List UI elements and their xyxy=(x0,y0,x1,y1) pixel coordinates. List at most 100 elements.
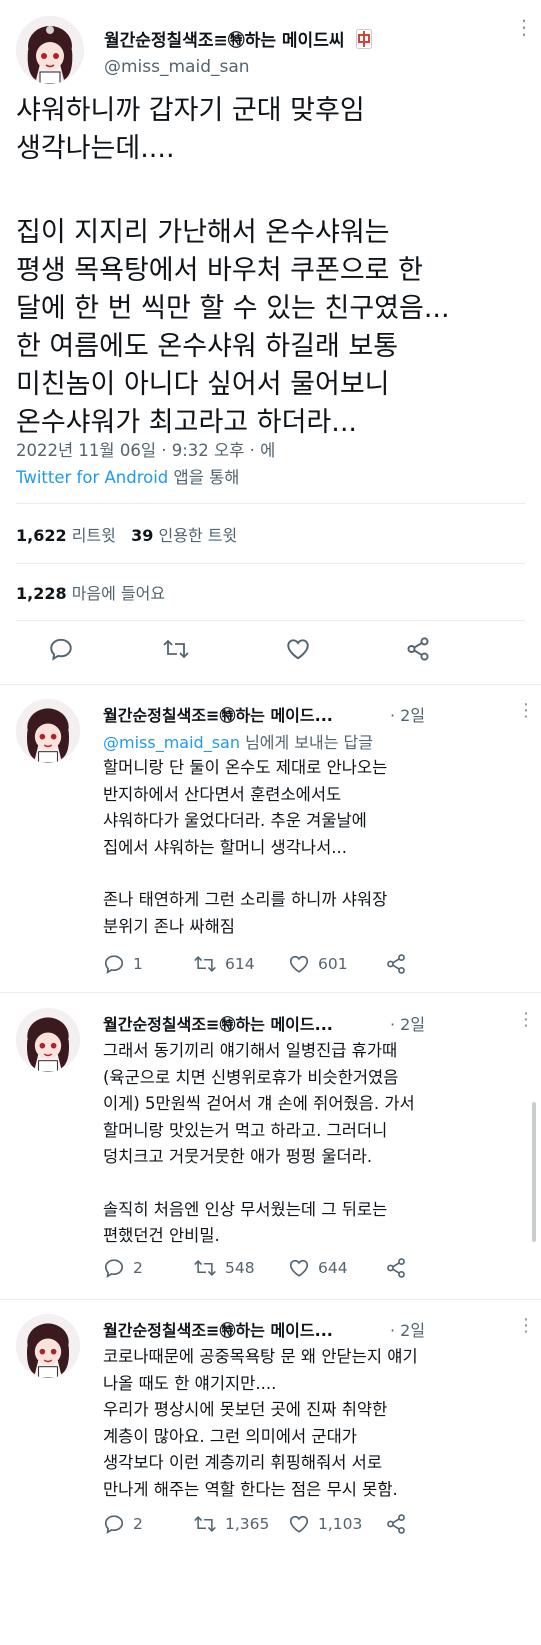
retweet-icon xyxy=(193,1257,217,1279)
more-icon[interactable]: ⋮ xyxy=(517,1009,535,1030)
tweet-text-line: 달에 한 번 씩만 할 수 있는 친구였음... xyxy=(16,293,450,324)
like-count: 1,103 xyxy=(318,1515,363,1533)
reply-text-line: 이게) 5만원씩 걷어서 걔 손에 쥐어줬음. 가서 xyxy=(103,1094,415,1113)
divider xyxy=(16,563,525,564)
tweet-text-line: 집이 지지리 가난해서 온수샤워는 xyxy=(16,217,390,248)
share-button[interactable] xyxy=(385,953,407,975)
divider xyxy=(0,1299,541,1300)
reply-text-line: (육군으로 치면 신병위로휴가 비슷한거였음 xyxy=(103,1067,399,1087)
replying-to-handle[interactable]: @miss_maid_san xyxy=(103,733,240,752)
share-button[interactable] xyxy=(385,1513,407,1535)
replying-to: @miss_maid_san 님에게 보내는 답글 xyxy=(103,729,373,753)
reply-text-line xyxy=(103,1171,415,1197)
like-button[interactable]: 601 xyxy=(288,953,348,975)
divider xyxy=(0,684,541,685)
tweet-text-line: 한 여름에도 온수샤워 하길래 보통 xyxy=(16,331,399,362)
reply-button[interactable]: 2 xyxy=(103,1513,143,1535)
scrollbar-thumb[interactable] xyxy=(532,1102,536,1242)
reply-avatar[interactable] xyxy=(16,1008,80,1072)
tweet-text-line: 샤워하니까 갑자기 군대 맞후임 xyxy=(16,95,365,126)
tweet-text-line: 미친놈이 아니다 싶어서 물어보니 xyxy=(16,369,390,400)
more-icon[interactable]: ⋮ xyxy=(514,17,534,37)
more-icon[interactable]: ⋮ xyxy=(517,1315,535,1336)
reply-count: 2 xyxy=(133,1515,143,1533)
like-count: 1,228 xyxy=(16,584,67,603)
share-icon[interactable] xyxy=(405,636,431,662)
reply-text-line: 만나게 해주는 역할 한다는 점은 무시 못함. xyxy=(103,1479,398,1499)
tweet-source: Twitter for Android 앱을 통해 xyxy=(16,464,240,488)
reply-text-line: 편했던건 안비밀. xyxy=(103,1226,220,1245)
reply-text-line: 분위기 존나 싸해짐 xyxy=(103,916,235,936)
tweet-text: 샤워하니까 갑자기 군대 맞후임 생각나는데.... 집이 지지리 가난해서 온… xyxy=(16,92,450,442)
author-name[interactable]: 월간순정칠색조≡㊕하는 메이드씨 xyxy=(104,26,373,54)
retweet-count: 548 xyxy=(225,1259,255,1277)
like-button[interactable]: 644 xyxy=(288,1257,348,1279)
share-icon xyxy=(385,1513,407,1535)
reply-time[interactable]: · 2일 xyxy=(390,1011,425,1035)
reply-action-bar: 2 1,365 1,103 xyxy=(103,1513,433,1537)
source-suffix: 앱을 통해 xyxy=(168,468,240,487)
reply-text-line: 솔직히 처음엔 인상 무서웠는데 그 뒤로는 xyxy=(103,1199,388,1219)
retweet-icon xyxy=(193,953,217,975)
reply-text: 코로나때문에 공중목욕탕 문 왜 안닫는지 얘기 나올 때도 한 얘기지만...… xyxy=(103,1344,418,1503)
reply-text-line: 우리가 평상시에 못보던 곳에 진짜 취약한 xyxy=(103,1400,388,1419)
retweet-count: 1,365 xyxy=(225,1515,270,1533)
reply-text: 그래서 동기끼리 얘기해서 일병진급 휴가때 (육군으로 치면 신병위로휴가 비… xyxy=(103,1038,415,1250)
quote-count: 39 xyxy=(131,526,154,545)
reply-avatar[interactable] xyxy=(16,699,80,763)
retweet-stats[interactable]: 1,622 리트윗 39 인용한 트윗 xyxy=(16,522,237,546)
author-name-text[interactable]: 월간순정칠색조≡㊕하는 메이드씨 xyxy=(104,31,344,51)
reply-avatar[interactable] xyxy=(16,1314,80,1378)
quote-label: 인용한 트윗 xyxy=(158,526,238,545)
reply-button[interactable]: 2 xyxy=(103,1257,143,1279)
reply-text: 할머니랑 단 둘이 온수도 제대로 안나오는 반지하에서 산다면서 훈련소에서도… xyxy=(103,755,387,940)
reply-time[interactable]: · 2일 xyxy=(390,1317,425,1341)
reply-text-line: 할머니랑 단 둘이 온수도 제대로 안나오는 xyxy=(103,758,388,777)
retweet-button[interactable]: 614 xyxy=(193,953,255,975)
more-icon[interactable]: ⋮ xyxy=(517,700,535,721)
reply-text-line: 샤워하다가 울었다더라. 추운 겨울날에 xyxy=(103,811,367,830)
reply-button[interactable]: 1 xyxy=(103,953,143,975)
reply-icon xyxy=(103,953,125,975)
source-app-link[interactable]: Twitter for Android xyxy=(16,468,168,487)
reply-action-bar: 2 548 644 xyxy=(103,1257,433,1281)
reply-author-name[interactable]: 월간순정칠색조≡㊕하는 메이드... xyxy=(103,702,333,726)
reply-text-line: 나올 때도 한 얘기지만.... xyxy=(103,1373,277,1393)
reply-action-bar: 1 614 601 xyxy=(103,953,433,977)
reply-time[interactable]: · 2일 xyxy=(390,702,425,726)
reply-icon[interactable] xyxy=(48,636,74,662)
reply-text-line: 코로나때문에 공중목욕탕 문 왜 안닫는지 얘기 xyxy=(103,1347,418,1366)
like-icon[interactable] xyxy=(285,636,311,662)
like-icon xyxy=(288,1513,310,1535)
reply-author-name[interactable]: 월간순정칠색조≡㊕하는 메이드... xyxy=(103,1011,333,1035)
like-label: 마음에 들어요 xyxy=(71,584,166,603)
tweet-text-line: 평생 목욕탕에서 바우처 쿠폰으로 한 xyxy=(16,255,423,286)
reply-author-name[interactable]: 월간순정칠색조≡㊕하는 메이드... xyxy=(103,1317,333,1341)
share-icon xyxy=(385,1257,407,1279)
reply-text-line: 계층이 많아요. 그런 의미에서 군대가 xyxy=(103,1426,357,1446)
reply-text-line: 그래서 동기끼리 얘기해서 일병진급 휴가때 xyxy=(103,1041,398,1060)
like-icon xyxy=(288,1257,310,1279)
reply-count: 1 xyxy=(133,955,143,973)
reply-count: 2 xyxy=(133,1259,143,1277)
retweet-icon[interactable] xyxy=(162,636,190,662)
like-stats[interactable]: 1,228 마음에 들어요 xyxy=(16,580,165,604)
share-icon xyxy=(385,953,407,975)
retweet-button[interactable]: 1,365 xyxy=(193,1513,269,1535)
tweet-text-line xyxy=(16,168,450,206)
reply-icon xyxy=(103,1257,125,1279)
author-handle[interactable]: @miss_maid_san xyxy=(104,57,250,77)
reply-text-line: 반지하에서 산다면서 훈련소에서도 xyxy=(103,784,342,804)
like-icon xyxy=(288,953,310,975)
share-button[interactable] xyxy=(385,1257,407,1279)
retweet-button[interactable]: 548 xyxy=(193,1257,255,1279)
reply-text-line: 할머니랑 맛있는거 먹고 하라고. 그러더니 xyxy=(103,1120,388,1140)
reply-text-line: 집에서 샤워하는 할머니 생각나서... xyxy=(103,837,347,857)
reply-text-line: 존나 태연하게 그런 소리를 하니까 샤워장 xyxy=(103,890,388,909)
reply-text-line: 생각보다 이런 계층끼리 휘핑해줘서 서로 xyxy=(103,1453,383,1472)
like-button[interactable]: 1,103 xyxy=(288,1513,362,1535)
divider xyxy=(0,992,541,993)
retweet-label: 리트윗 xyxy=(71,526,116,545)
tweet-timestamp[interactable]: 2022년 11월 06일 · 9:32 오후 · 에 xyxy=(16,437,275,461)
author-avatar[interactable] xyxy=(16,16,84,84)
